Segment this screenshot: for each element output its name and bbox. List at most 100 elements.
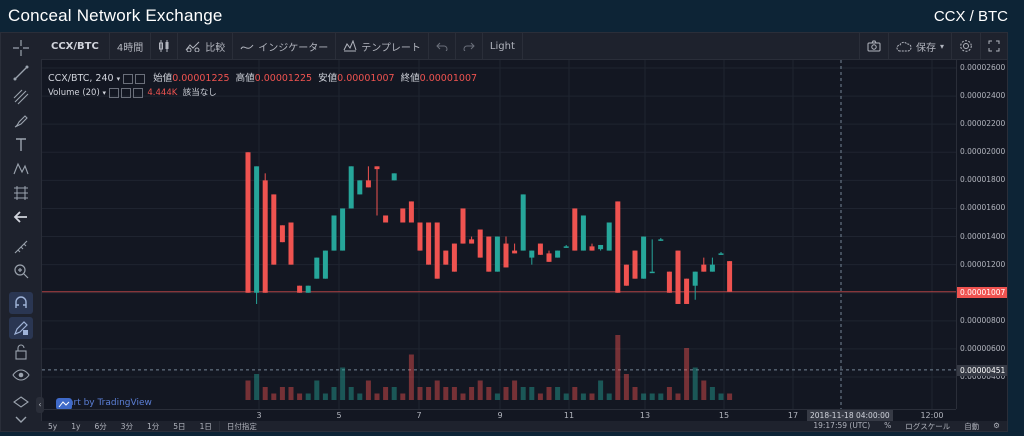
gear-icon <box>960 40 972 52</box>
range-6m[interactable]: 6分 <box>87 421 113 432</box>
screenshot-button[interactable] <box>858 33 888 59</box>
templates-label: テンプレート <box>361 42 421 54</box>
candle-body <box>666 271 672 293</box>
brush-icon[interactable] <box>9 110 33 132</box>
volume-label[interactable]: Volume (20) <box>48 88 100 98</box>
volume-bar <box>288 387 294 400</box>
range-5d[interactable]: 5日 <box>166 421 192 432</box>
templates-button[interactable]: テンプレート <box>336 33 429 59</box>
legend-symbol[interactable]: CCX/BTC, 240 <box>48 73 114 84</box>
magnet-icon[interactable] <box>9 292 33 314</box>
volume-bar <box>503 387 509 400</box>
fullscreen-button[interactable] <box>980 33 1007 59</box>
prediction-icon[interactable] <box>9 182 33 204</box>
candle-body <box>503 243 509 268</box>
theme-toggle[interactable]: Light <box>483 33 523 59</box>
candle-body <box>348 166 354 209</box>
undo-icon <box>436 42 448 51</box>
legend-settings-icon[interactable] <box>135 73 146 84</box>
save-button[interactable]: 保存 ▾ <box>887 33 951 59</box>
volume-bar <box>374 393 380 400</box>
volume-bar <box>357 393 363 400</box>
candles-icon <box>159 40 169 52</box>
text-tool-icon[interactable] <box>9 134 33 156</box>
volume-bar <box>314 380 320 400</box>
volume-bar <box>727 393 733 400</box>
candle-body <box>331 215 337 251</box>
last-price-tag: 0.00001007 <box>957 286 1007 298</box>
chart-style-button[interactable] <box>151 33 179 59</box>
range-3m[interactable]: 3分 <box>114 421 140 432</box>
candle-body <box>460 208 466 244</box>
legend-low-label: 安値 <box>318 73 338 84</box>
candle-body <box>641 236 647 279</box>
ruler-icon[interactable] <box>9 236 33 258</box>
symbol-search[interactable]: CCX/BTC <box>41 33 110 59</box>
candle-body <box>469 239 475 244</box>
candle-body <box>709 264 715 272</box>
price-legend: CCX/BTC, 240 ▾ 始値0.00001225 高値0.00001225… <box>48 73 478 84</box>
volume-bar <box>434 380 440 400</box>
crosshair-icon[interactable] <box>9 37 33 59</box>
volume-bar <box>537 393 543 400</box>
compare-label: 比較 <box>205 42 226 54</box>
range-1m[interactable]: 1分 <box>140 421 166 432</box>
chevron-down-icon[interactable] <box>9 411 33 429</box>
volume-bar <box>606 393 612 400</box>
candle-body <box>572 208 578 251</box>
tradingview-watermark[interactable]: Chart by TradingView <box>56 398 152 409</box>
range-1y[interactable]: 1y <box>64 422 87 431</box>
fullscreen-icon <box>988 40 1000 52</box>
redo-button[interactable] <box>456 33 483 59</box>
utc-clock[interactable]: 19:17:59 (UTC) <box>806 421 877 432</box>
volume-bar <box>658 393 664 400</box>
trend-line-icon[interactable] <box>9 62 33 84</box>
candle-body <box>271 194 277 265</box>
volume-bar <box>331 387 337 400</box>
volume-bar <box>520 387 526 400</box>
settings-button[interactable] <box>951 33 980 59</box>
legend-low-value: 0.00001007 <box>337 73 395 84</box>
chart-pane[interactable]: CCX/BTC, 240 ▾ 始値0.00001225 高値0.00001225… <box>42 60 956 409</box>
range-5y[interactable]: 5y <box>41 422 64 431</box>
candle-body <box>254 166 260 293</box>
eye-icon[interactable] <box>9 364 33 386</box>
arrow-left-icon[interactable] <box>9 206 33 228</box>
price-scale[interactable]: 0.00002600 0.00002400 0.00002200 0.00002000… <box>956 60 1008 409</box>
volume-close-icon[interactable] <box>132 87 143 98</box>
top-toolbar: CCX/BTC 4時間 比較 インジケーター テンプレート Light 保存 ▾ <box>41 33 1007 60</box>
undo-button[interactable] <box>429 33 456 59</box>
volume-bar <box>426 387 432 400</box>
fib-retracement-icon[interactable] <box>9 86 33 108</box>
candle-body <box>357 180 363 195</box>
volume-settings-icon[interactable] <box>120 87 131 98</box>
interval-selector[interactable]: 4時間 <box>110 33 152 59</box>
candle-body <box>340 208 346 251</box>
time-tick-label: 12:00 <box>920 411 944 420</box>
indicators-label: インジケーター <box>258 42 329 54</box>
pattern-icon[interactable] <box>9 158 33 180</box>
lock-icon[interactable] <box>9 341 33 363</box>
tradingview-widget: CCX/BTC 4時間 比較 インジケーター テンプレート Light 保存 ▾… <box>0 32 1008 432</box>
volume-bar <box>417 387 423 400</box>
legend-eye-icon[interactable] <box>123 73 134 84</box>
compare-button[interactable]: 比較 <box>178 33 234 59</box>
volume-bar <box>365 380 371 400</box>
price-tick-label: 0.00001400 <box>960 231 1006 241</box>
volume-legend: Volume (20) ▾ 4.444K 該当なし <box>48 87 217 98</box>
candle-body <box>615 201 621 293</box>
log-scale-toggle[interactable]: ログスケール <box>898 421 957 432</box>
indicators-button[interactable]: インジケーター <box>233 33 337 59</box>
stay-drawing-icon[interactable] <box>9 317 33 339</box>
legend-close-value: 0.00001007 <box>419 73 478 84</box>
volume-eye-icon[interactable] <box>108 87 119 98</box>
range-1d[interactable]: 1日 <box>193 421 219 432</box>
candle-body <box>520 194 526 251</box>
auto-scale-toggle[interactable]: 自動 <box>957 421 986 432</box>
volume-bar <box>271 393 277 400</box>
zoom-icon[interactable] <box>9 260 33 282</box>
goto-date-button[interactable]: 日付指定 <box>218 420 264 432</box>
price-tick-label: 0.00002000 <box>960 147 1006 157</box>
gear-icon[interactable]: ⚙ <box>986 421 1007 432</box>
percent-toggle[interactable]: % <box>877 421 898 432</box>
